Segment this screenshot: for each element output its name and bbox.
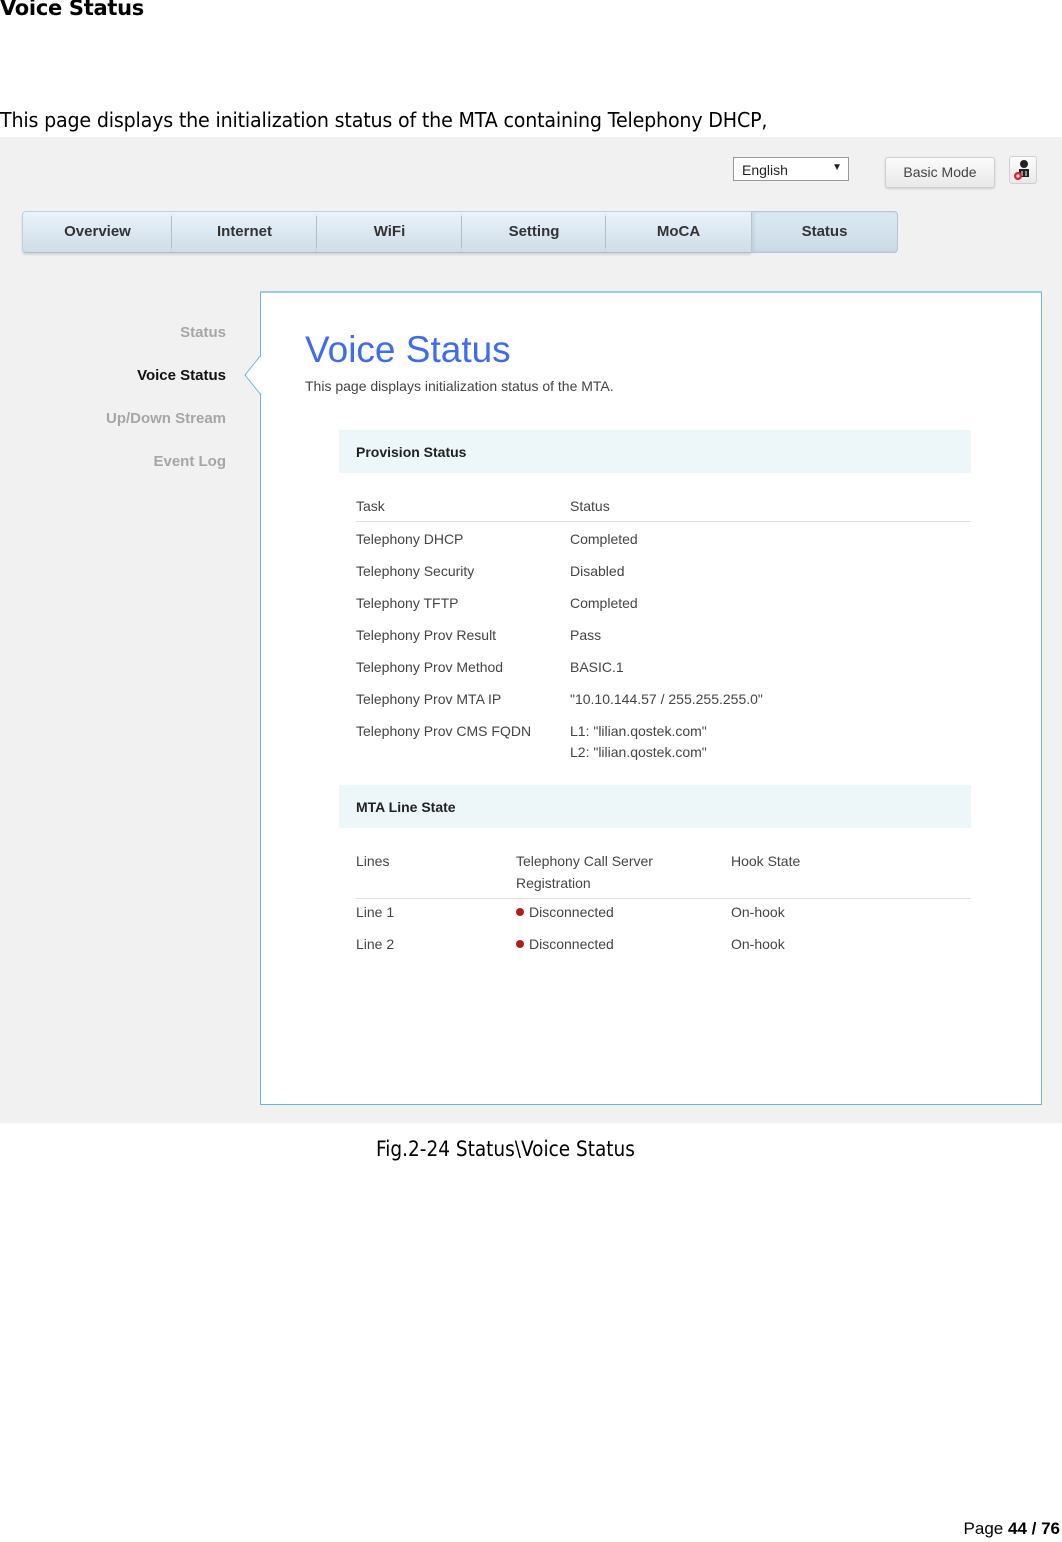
nav-tab-setting[interactable]: Setting <box>462 211 606 253</box>
status-cell: Completed <box>570 595 638 611</box>
status-cell: Completed <box>570 531 638 547</box>
user-logout-button[interactable] <box>1009 156 1037 184</box>
column-header-status: Status <box>570 498 610 514</box>
registration-cell: Disconnected <box>516 936 614 952</box>
column-header-task: Task <box>356 498 385 514</box>
mta-line-state-header: MTA Line State <box>339 785 971 828</box>
column-header-call-server: Telephony Call Server <box>516 853 653 869</box>
page-number: Page 44 / 76 <box>964 1519 1060 1539</box>
task-cell: Telephony Prov Result <box>356 627 497 643</box>
page-current: 44 <box>1007 1519 1027 1538</box>
nav-tab-label: Status <box>801 223 848 240</box>
figure-caption: Fig.2-24 Status\Voice Status <box>376 1137 635 1161</box>
disconnected-status-icon <box>516 940 524 948</box>
nav-tab-label: Internet <box>216 223 272 240</box>
router-ui-screenshot: English ▼ Basic Mode Overview Internet W… <box>0 137 1062 1123</box>
nav-tab-overview[interactable]: Overview <box>22 211 172 253</box>
status-cell: L1: "lilian.qostek.com" <box>570 723 707 739</box>
header-divider <box>356 521 971 522</box>
nav-tab-label: Overview <box>64 223 131 240</box>
nav-tab-label: WiFi <box>373 223 406 240</box>
status-cell: BASIC.1 <box>570 659 624 675</box>
status-cell: Disabled <box>570 563 625 579</box>
basic-mode-button[interactable]: Basic Mode <box>885 157 995 188</box>
language-selected: English <box>742 162 788 178</box>
language-select[interactable]: English ▼ <box>733 157 849 181</box>
dropdown-arrow-icon: ▼ <box>832 162 842 173</box>
status-cell-line2: L2: "lilian.qostek.com" <box>570 744 707 760</box>
header-divider <box>356 898 971 899</box>
active-item-pointer <box>244 355 262 395</box>
page-total: 76 <box>1041 1519 1060 1538</box>
sidebar-item-up-down-stream[interactable]: Up/Down Stream <box>106 410 226 427</box>
task-cell: Telephony Prov Method <box>356 659 504 675</box>
status-cell: Pass <box>570 627 602 643</box>
nav-tab-internet[interactable]: Internet <box>172 211 317 253</box>
column-header-lines: Lines <box>356 853 390 869</box>
sidebar-item-status[interactable]: Status <box>180 324 226 341</box>
task-cell: Telephony Prov MTA IP <box>356 691 502 707</box>
hook-cell: On-hook <box>731 904 785 920</box>
sidebar-item-event-log[interactable]: Event Log <box>153 453 226 470</box>
column-header-registration: Registration <box>516 875 591 891</box>
nav-tab-label: Setting <box>508 223 560 240</box>
task-cell: Telephony Security <box>356 563 475 579</box>
registration-cell: Disconnected <box>516 904 614 920</box>
document-heading: Voice Status <box>0 0 144 20</box>
nav-tab-label: MoCA <box>656 223 701 240</box>
main-nav: Overview Internet WiFi Setting MoCA Stat… <box>22 211 898 254</box>
line-cell: Line 2 <box>356 936 395 952</box>
user-logout-icon <box>1014 160 1029 180</box>
page-prefix: Page <box>963 1519 1008 1538</box>
disconnected-status-icon <box>516 908 524 916</box>
column-header-hook-state: Hook State <box>731 853 801 869</box>
paragraph-line: This page displays the initialization st… <box>0 108 768 132</box>
nav-tab-wifi[interactable]: WiFi <box>317 211 462 253</box>
section-title: Provision Status <box>356 444 467 460</box>
task-cell: Telephony TFTP <box>356 595 459 611</box>
task-cell: Telephony Prov CMS FQDN <box>356 723 532 739</box>
registration-text: Disconnected <box>529 936 614 952</box>
registration-text: Disconnected <box>529 904 614 920</box>
task-cell: Telephony DHCP <box>356 531 464 547</box>
status-cell: "10.10.144.57 / 255.255.255.0" <box>570 691 763 707</box>
provision-status-header: Provision Status <box>339 430 971 473</box>
section-title: MTA Line State <box>356 799 456 815</box>
hook-cell: On-hook <box>731 936 785 952</box>
page-separator: / <box>1026 1519 1042 1538</box>
nav-tab-moca[interactable]: MoCA <box>606 211 751 253</box>
nav-tab-status[interactable]: Status <box>751 211 898 253</box>
line-cell: Line 1 <box>356 904 395 920</box>
sidebar-item-voice-status[interactable]: Voice Status <box>137 367 226 384</box>
content-panel: Voice Status This page displays initiali… <box>260 291 1042 1105</box>
page-title: Voice Status <box>305 329 511 370</box>
page-subtitle: This page displays initialization status… <box>305 378 614 394</box>
